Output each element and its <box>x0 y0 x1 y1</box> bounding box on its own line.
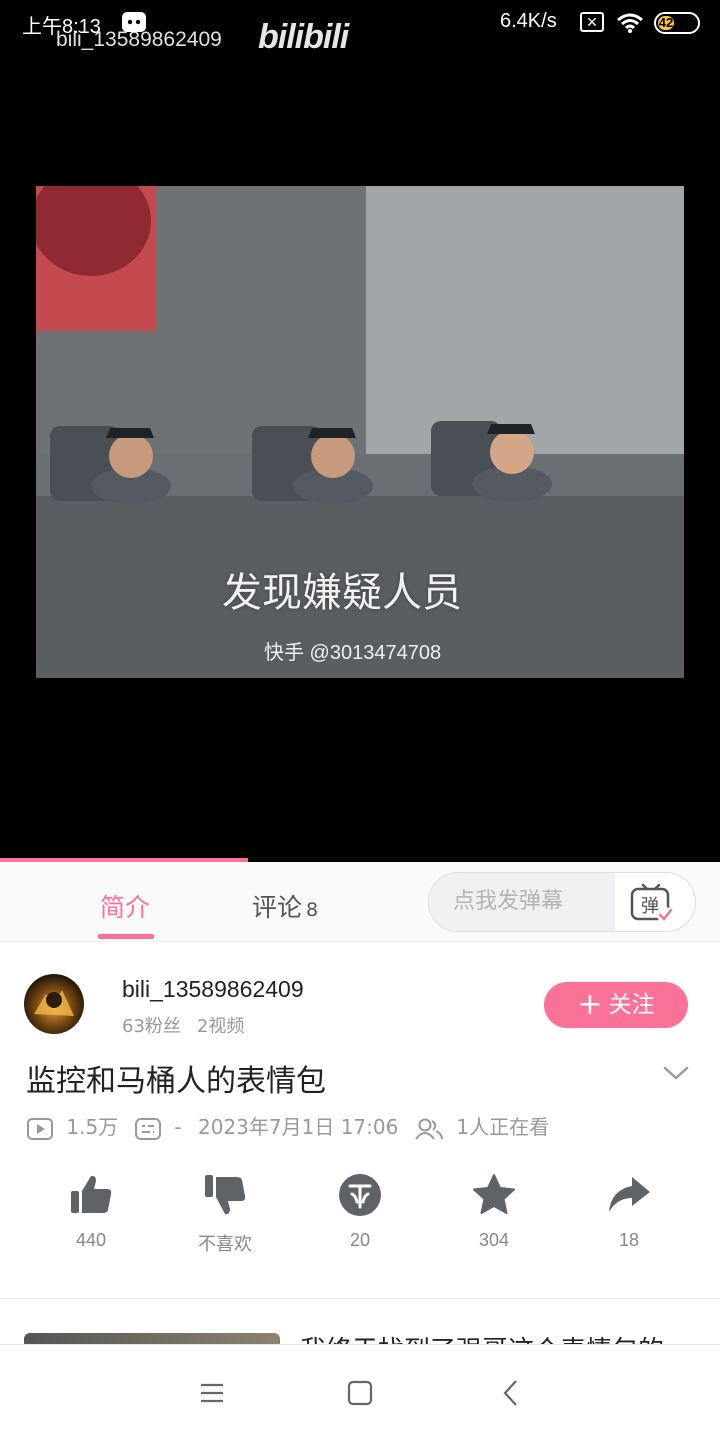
tab-comments[interactable]: 评论 8 <box>252 888 318 924</box>
like-button[interactable]: 440 <box>31 1172 151 1251</box>
danmaku-input[interactable]: 点我发弹幕 <box>429 873 615 931</box>
danmaku-button-label: 弹 <box>641 896 659 917</box>
tab-active-indicator <box>98 934 154 939</box>
watermark-user: bili_13589862409 <box>56 28 222 51</box>
dislike-button[interactable]: 不喜欢 <box>165 1172 285 1256</box>
menu-icon[interactable] <box>192 1375 232 1411</box>
video-credit: 快手 @3013474708 <box>264 642 442 664</box>
uploader-stats: 63粉丝 2视频 <box>122 1012 244 1038</box>
chevron-down-icon[interactable] <box>662 1062 690 1084</box>
star-icon <box>473 1174 515 1214</box>
watching-count: 1人正在看 <box>456 1115 550 1139</box>
thumbs-down-icon <box>205 1175 246 1215</box>
wifi-icon <box>617 13 643 33</box>
uploader-name[interactable]: bili_13589862409 <box>122 976 304 1003</box>
danmaku-bar: 点我发弹幕 弹 <box>428 872 696 932</box>
no-sim-icon: ✕ <box>580 12 604 32</box>
comments-count: 8 <box>306 899 319 921</box>
follow-label: 关注 <box>608 992 655 1018</box>
share-button[interactable]: 18 <box>569 1172 689 1251</box>
danmaku-count: - <box>174 1115 182 1139</box>
tab-comments-label: 评论 <box>252 893 303 922</box>
follow-button[interactable]: + 关注 <box>544 982 688 1028</box>
share-icon <box>609 1177 650 1212</box>
avatar-image <box>34 990 74 1016</box>
video-player[interactable]: 上午8:13 6.4K/s ✕ 42 bili_13589862409 bili… <box>0 0 720 862</box>
danmaku-toggle-icon[interactable]: 弹 <box>627 879 675 925</box>
battery-icon: 42 <box>654 12 700 34</box>
plus-icon: + <box>577 987 603 1022</box>
share-count: 18 <box>618 1230 640 1250</box>
video-frame[interactable]: 发现嫌疑人员 快手 @3013474708 <box>36 186 684 678</box>
home-icon[interactable] <box>340 1375 380 1411</box>
network-speed: 6.4K/s <box>500 10 557 32</box>
uploader-videos: 2视频 <box>196 1016 245 1037</box>
bilibili-logo: bilibili <box>258 18 349 56</box>
favorite-button[interactable]: 304 <box>434 1172 554 1251</box>
uploader-avatar[interactable] <box>24 974 84 1034</box>
section-divider <box>0 1298 720 1299</box>
video-subtitle: 发现嫌疑人员 <box>222 570 462 616</box>
view-count: 1.5万 <box>66 1115 119 1139</box>
watching-icon <box>415 1118 443 1140</box>
tab-bar: 简介 评论 8 点我发弹幕 弹 <box>0 862 720 942</box>
coin-icon <box>339 1174 381 1216</box>
danmaku-count-icon <box>135 1117 161 1140</box>
coin-button[interactable]: 20 <box>300 1172 420 1251</box>
video-title: 监控和马桶人的表情包 <box>26 1064 326 1099</box>
system-nav-bar <box>0 1344 720 1440</box>
tab-intro[interactable]: 简介 <box>100 888 150 924</box>
back-icon[interactable] <box>492 1375 532 1411</box>
like-count: 440 <box>75 1230 107 1250</box>
uploader-fans: 63粉丝 <box>122 1016 181 1037</box>
thumbs-up-icon <box>71 1175 112 1213</box>
action-bar: 440 不喜欢 20 304 18 <box>0 1172 720 1272</box>
dislike-label: 不喜欢 <box>198 1234 252 1254</box>
favorite-count: 304 <box>478 1230 510 1250</box>
play-count-icon <box>27 1117 53 1140</box>
publish-date: 2023年7月1日 17:06 <box>198 1115 399 1139</box>
battery-level: 42 <box>658 15 674 30</box>
uploader-section: bili_13589862409 63粉丝 2视频 + 关注 <box>0 942 720 1052</box>
coin-count: 20 <box>349 1230 371 1250</box>
